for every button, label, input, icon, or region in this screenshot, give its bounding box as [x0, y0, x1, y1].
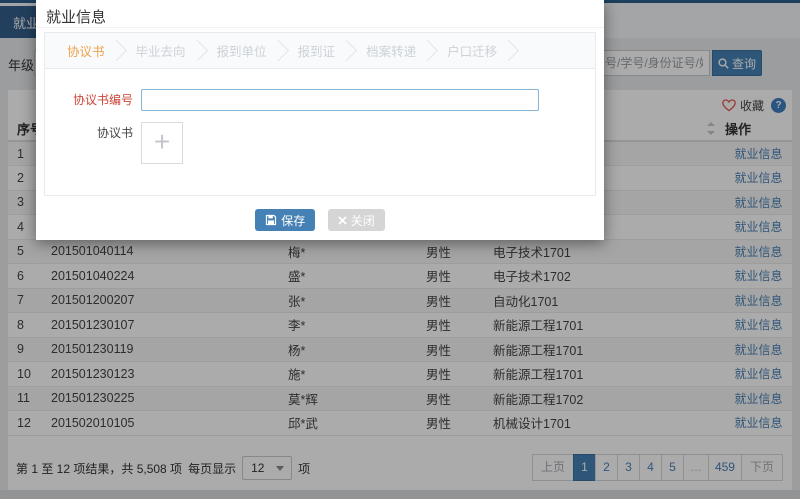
modal-footer: 保存 关闭 — [36, 209, 604, 231]
close-button-label: 关闭 — [351, 212, 375, 229]
plus-icon: + — [154, 126, 170, 157]
save-button[interactable]: 保存 — [255, 209, 315, 231]
agreement-number-label: 协议书编号 — [45, 89, 141, 111]
agreement-number-row: 协议书编号 — [45, 89, 595, 111]
agreement-upload-label: 协议书 — [45, 122, 141, 144]
wizard-panel: 协议书毕业去向报到单位报到证档案转递户口迁移 协议书编号 协议书 + — [44, 32, 596, 196]
modal-title: 就业信息 — [46, 6, 106, 27]
modal-header: 就业信息 — [36, 0, 604, 28]
floppy-disk-icon — [265, 214, 277, 226]
agreement-number-input[interactable] — [141, 89, 539, 111]
wizard-step[interactable]: 协议书 — [57, 41, 113, 60]
wizard-steps: 协议书毕业去向报到单位报到证档案转递户口迁移 — [45, 33, 595, 69]
close-button[interactable]: 关闭 — [328, 209, 385, 231]
save-button-label: 保存 — [281, 212, 305, 229]
employment-info-modal: 就业信息 协议书毕业去向报到单位报到证档案转递户口迁移 协议书编号 协议书 + — [36, 0, 604, 240]
wizard-step[interactable]: 报到单位 — [207, 41, 275, 60]
close-icon — [338, 216, 347, 225]
wizard-step[interactable]: 报到证 — [288, 41, 344, 60]
agreement-upload-row: 协议书 + — [45, 122, 595, 164]
wizard-step[interactable]: 毕业去向 — [126, 41, 194, 60]
upload-button[interactable]: + — [141, 122, 183, 164]
wizard-step[interactable]: 档案转递 — [356, 41, 424, 60]
wizard-step[interactable]: 户口迁移 — [437, 41, 505, 60]
agreement-form: 协议书编号 协议书 + — [45, 89, 595, 164]
